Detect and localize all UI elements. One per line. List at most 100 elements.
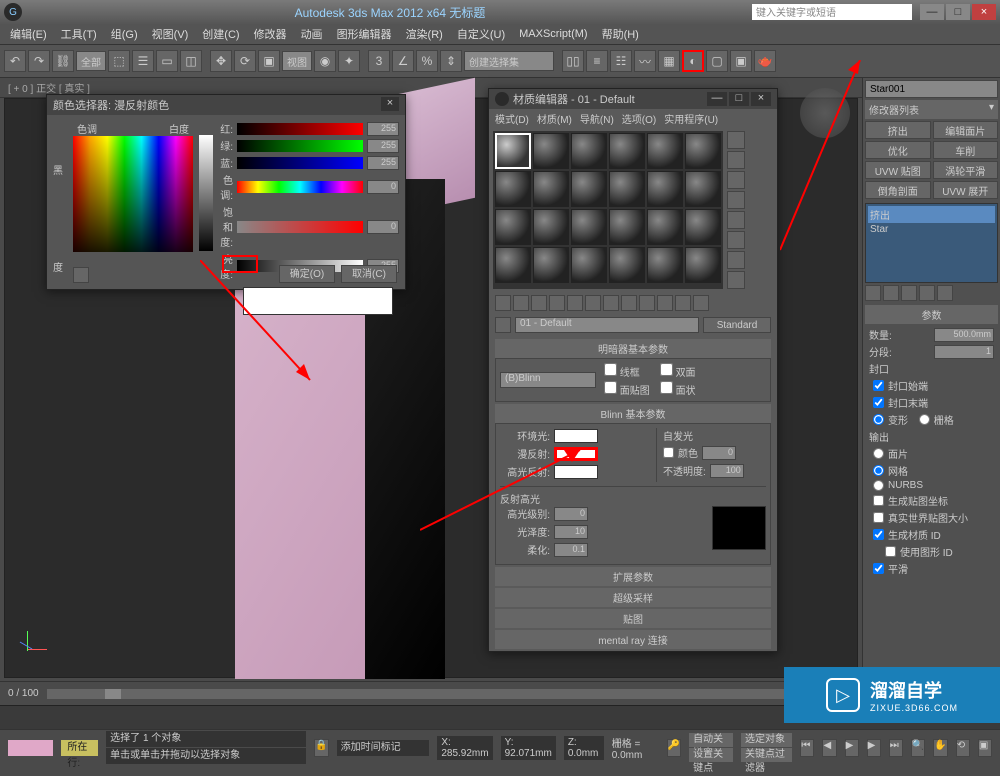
morph-radio[interactable] [873,414,884,425]
mateditor-min-icon[interactable]: — [707,92,727,106]
material-slot[interactable] [685,171,721,207]
help-search-input[interactable]: 键入关键字或短语 [752,4,912,20]
menu-customize[interactable]: 自定义(U) [451,24,511,44]
mod-bevelprofile-button[interactable]: 倒角剖面 [865,181,931,199]
material-slot[interactable] [609,209,645,245]
key-icon[interactable]: 🔑 [667,739,681,757]
menu-maxscript[interactable]: MAXScript(M) [513,26,593,42]
realworld-check[interactable] [873,512,884,523]
amount-spinner[interactable]: 500.0mm [934,328,994,342]
orbit-icon[interactable]: ⟲ [956,739,970,757]
object-name-field[interactable] [865,80,998,98]
grid-radio[interactable] [919,414,930,425]
maxview-icon[interactable]: ▣ [978,739,992,757]
output-nurbs-radio[interactable] [873,480,884,491]
material-slot[interactable] [609,133,645,169]
pick-material-icon[interactable] [495,317,511,333]
video-check-icon[interactable] [727,211,745,229]
maximize-button[interactable]: □ [946,4,970,20]
material-slot[interactable] [533,133,569,169]
scale-icon[interactable]: ▣ [258,50,280,72]
lock-icon[interactable]: 🔒 [314,739,328,757]
mod-lathe-button[interactable]: 车削 [933,141,999,159]
play-next-icon[interactable]: ▶ [867,739,881,757]
mod-uvwunwrap-button[interactable]: UVW 展开 [933,181,999,199]
modifier-list-combo[interactable]: 修改器列表▾ [865,100,998,119]
menu-group[interactable]: 组(G) [105,24,144,44]
material-slot[interactable] [647,209,683,245]
minimize-button[interactable]: — [920,4,944,20]
shader-combo[interactable]: (B)Blinn [500,372,596,388]
soften-spinner[interactable]: 0.1 [554,543,588,557]
mateditor-close-icon[interactable]: × [751,92,771,106]
unique-icon[interactable] [901,285,917,301]
red-slider[interactable] [237,123,363,135]
mat-id-icon[interactable] [621,295,637,311]
pivot-icon[interactable]: ◉ [314,50,336,72]
value-strip[interactable] [199,135,213,251]
play-start-icon[interactable]: ⏮ [800,739,814,757]
menu-tools[interactable]: 工具(T) [55,24,103,44]
align-icon[interactable]: ≡ [586,50,608,72]
selfillum-spinner[interactable]: 0 [702,446,736,460]
mateditor-max-icon[interactable]: □ [729,92,749,106]
window-crossing-icon[interactable]: ◫ [180,50,202,72]
material-slot[interactable] [685,209,721,245]
menu-render[interactable]: 渲染(R) [400,24,449,44]
schematic-icon[interactable]: ▦ [658,50,680,72]
twosided-check[interactable] [660,363,673,376]
menu-help[interactable]: 帮助(H) [596,24,645,44]
current-frame-button[interactable]: 所在行: [61,740,98,756]
y-coord[interactable]: Y: 92.071mm [501,736,556,760]
close-button[interactable]: × [972,4,996,20]
addtime-field[interactable]: 添加时间标记 [337,740,430,756]
diffuse-swatch[interactable] [554,447,598,461]
selkey-combo[interactable]: 选定对象 [741,733,792,747]
material-slot[interactable] [495,247,531,283]
mod-optimize-button[interactable]: 优化 [865,141,931,159]
autokey-button[interactable]: 自动关键点 [689,733,733,747]
material-slot[interactable] [495,209,531,245]
put-scene-icon[interactable] [513,295,529,311]
segments-spinner[interactable]: 1 [934,345,994,359]
material-name-field[interactable]: 01 - Default [515,317,699,333]
blinn-rollout-head[interactable]: Blinn 基本参数 [495,404,771,423]
named-selset-combo[interactable]: 创建选择集 [464,51,554,71]
manip-icon[interactable]: ✦ [338,50,360,72]
menu-views[interactable]: 视图(V) [146,24,195,44]
material-slot[interactable] [495,171,531,207]
reset-map-icon[interactable] [549,295,565,311]
x-coord[interactable]: X: 285.92mm [437,736,492,760]
pan-icon[interactable]: ✋ [933,739,947,757]
material-slot[interactable] [571,247,607,283]
mentalray-rollout[interactable]: mental ray 连接 [495,630,771,649]
mod-uvwmap-button[interactable]: UVW 贴图 [865,161,931,179]
menu-anim[interactable]: 动画 [295,24,329,44]
hue-slider[interactable] [237,181,363,193]
z-coord[interactable]: Z: 0.0mm [564,736,604,760]
config-sets-icon[interactable] [937,285,953,301]
material-slot[interactable] [533,209,569,245]
shader-rollout-head[interactable]: 明暗器基本参数 [495,339,771,358]
render-frame-icon[interactable]: ▣ [730,50,752,72]
percent-snap-icon[interactable]: % [416,50,438,72]
zoom-icon[interactable]: 🔍 [911,739,925,757]
material-slot[interactable] [647,133,683,169]
snap-icon[interactable]: 3 [368,50,390,72]
sat-slider[interactable] [237,221,363,233]
green-slider[interactable] [237,140,363,152]
preview-icon[interactable] [727,231,745,249]
extended-rollout[interactable]: 扩展参数 [495,567,771,586]
material-slot[interactable] [609,171,645,207]
sample-type-icon[interactable] [727,131,745,149]
go-sibling-icon[interactable] [693,295,709,311]
output-patch-radio[interactable] [873,448,884,459]
backlight-icon[interactable] [727,151,745,169]
speclevel-spinner[interactable]: 0 [554,507,588,521]
put-library-icon[interactable] [603,295,619,311]
output-mesh-radio[interactable] [873,465,884,476]
material-slot[interactable] [685,133,721,169]
background-icon[interactable] [727,171,745,189]
mod-turbosmooth-button[interactable]: 涡轮平滑 [933,161,999,179]
remove-mod-icon[interactable] [919,285,935,301]
